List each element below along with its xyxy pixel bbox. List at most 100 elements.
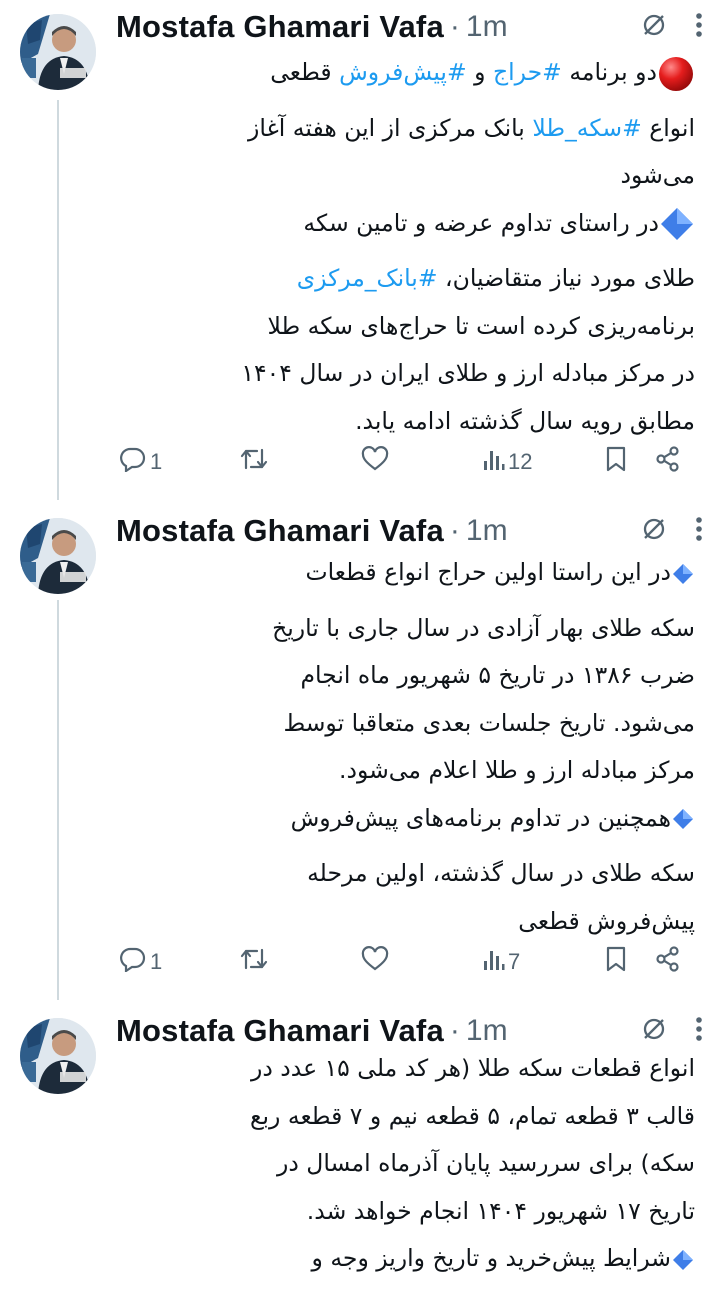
separator-dot: · xyxy=(449,10,460,43)
text-segment: قالب ۳ قطعه تمام، ۵ قطعه نیم و ۷ قطعه رب… xyxy=(249,1101,695,1130)
avatar[interactable] xyxy=(20,518,96,594)
hashtag-link[interactable]: #حراج xyxy=(493,58,562,86)
text-segment: در مرکز مبادله ارز و طلای ایران در سال ۱… xyxy=(241,359,695,387)
text-segment: سکه طلای در سال گذشته، اولین مرحله xyxy=(307,859,695,887)
text-line: می‌شود. تاریخ جلسات بعدی متعاقبا توسط xyxy=(116,700,695,748)
text-segment: ضرب ۱۳۸۶ در تاریخ ۵ شهریور ماه انجام xyxy=(300,661,695,689)
text-segment: طلای مورد نیاز متقاضیان، xyxy=(437,264,695,292)
share-button[interactable] xyxy=(652,446,681,478)
timestamp[interactable]: 1m xyxy=(466,1014,508,1048)
retweet-button[interactable] xyxy=(236,446,269,478)
avatar[interactable] xyxy=(20,14,96,90)
blue-diamond-emoji: 🔹 xyxy=(671,558,695,586)
text-segment: پیش‌فروش قطعی xyxy=(518,906,695,935)
text-line: در مرکز مبادله ارز و طلای ایران در سال ۱… xyxy=(116,350,695,398)
text-line: 🔴 دو برنامه #حراج و #پیش‌فروش قطعی xyxy=(116,49,695,105)
text-segment: سکه طلای بهار آزادی در سال جاری با تاریخ xyxy=(272,613,695,642)
bookmark-button[interactable] xyxy=(602,446,627,478)
hashtag-link[interactable]: #سکه_طلا xyxy=(532,114,641,142)
reply-icon xyxy=(119,446,147,478)
text-line: سکه) برای سررسید پایان آذرماه امسال در xyxy=(116,1140,695,1188)
bookmark-icon xyxy=(605,446,627,478)
reply-icon xyxy=(119,946,147,978)
tweet-text: انواع قطعات سکه طلا (هر کد ملی ۱۵ عدد در… xyxy=(116,1045,695,1291)
tweet-text: 🔴 دو برنامه #حراج و #پیش‌فروش قطعیانواع … xyxy=(116,49,695,445)
text-line: سکه طلای بهار آزادی در سال جاری با تاریخ xyxy=(116,605,695,653)
text-segment: انواع xyxy=(641,113,695,142)
bookmark-button[interactable] xyxy=(602,946,627,978)
share-button[interactable] xyxy=(652,946,681,978)
text-line: 🔷 در راستای تداوم عرضه و تامین سکه xyxy=(116,200,695,256)
tweet[interactable]: Mostafa Ghamari Vafa · 1m انواع قطعات سکه ط… xyxy=(0,1004,717,1280)
like-button[interactable] xyxy=(358,446,389,478)
text-segment: در این راستا اولین حراج انواع قطعات xyxy=(305,558,671,586)
share-icon xyxy=(655,446,681,478)
separator-dot: · xyxy=(449,514,460,547)
text-line: 🔹 شرایط پیش‌خرید و تاریخ واریز وجه و xyxy=(116,1235,695,1291)
views-icon xyxy=(483,947,505,977)
text-segment: انواع قطعات سکه طلا (هر کد ملی ۱۵ عدد در xyxy=(250,1054,695,1082)
like-icon xyxy=(361,446,389,478)
text-segment: مرکز مبادله ارز و طلا اعلام می‌شود. xyxy=(339,756,695,784)
tweet[interactable]: Mostafa Ghamari Vafa·1m🔹 در این راستا او… xyxy=(0,504,717,1004)
more-vertical-icon[interactable] xyxy=(695,11,703,43)
text-segment: می‌شود. تاریخ جلسات بعدی متعاقبا توسط xyxy=(283,708,695,737)
views-count: 12 xyxy=(508,449,533,474)
text-segment: بانک مرکزی از این هفته آغاز xyxy=(247,113,533,142)
text-line: 🔹 همچنین در تداوم برنامه‌های پیش‌فروش xyxy=(116,795,695,851)
views-button[interactable]: 12 xyxy=(480,447,532,477)
author-name[interactable]: Mostafa Ghamari Vafa xyxy=(116,9,444,45)
like-icon xyxy=(361,946,389,978)
text-line: تاریخ ۱۷ شهریور ۱۴۰۴ انجام خواهد شد. xyxy=(116,1188,695,1236)
text-segment: مطابق رویه سال گذشته ادامه یابد. xyxy=(355,406,695,435)
text-segment: برنامه‌ریزی کرده است تا حراج‌های سکه طلا xyxy=(267,311,695,340)
views-button[interactable]: 7 xyxy=(480,947,520,977)
retweet-button[interactable] xyxy=(236,946,269,978)
text-line: پیش‌فروش قطعی xyxy=(116,898,695,946)
text-line: انواع قطعات سکه طلا (هر کد ملی ۱۵ عدد در xyxy=(116,1045,695,1093)
avatar[interactable] xyxy=(20,1018,96,1094)
text-segment: در راستای تداوم عرضه و تامین سکه xyxy=(303,208,659,237)
text-line: می‌شود xyxy=(116,152,695,200)
tweet-actions: 17 xyxy=(116,942,693,982)
timestamp[interactable]: 1m xyxy=(466,514,508,548)
text-line: انواع #سکه_طلا بانک مرکزی از این هفته آغ… xyxy=(116,105,695,153)
red-circle-emoji: 🔴 xyxy=(657,56,695,91)
text-segment: دو برنامه xyxy=(561,58,657,86)
hashtag-link[interactable]: #پیش‌فروش xyxy=(339,58,467,86)
text-segment: تاریخ ۱۷ شهریور ۱۴۰۴ انجام خواهد شد. xyxy=(306,1196,695,1225)
reply-count: 1 xyxy=(150,949,163,974)
text-line: مطابق رویه سال گذشته ادامه یابد. xyxy=(116,398,695,446)
tweet-text: 🔹 در این راستا اولین حراج انواع قطعات سکه… xyxy=(116,549,695,945)
views-count: 7 xyxy=(508,949,521,974)
tweet-header: Mostafa Ghamari Vafa · 1m xyxy=(116,509,703,553)
text-segment: می‌شود xyxy=(620,161,695,189)
text-line: مرکز مبادله ارز و طلا اعلام می‌شود. xyxy=(116,747,695,795)
reply-button[interactable]: 1 xyxy=(116,446,162,478)
hashtag-link[interactable]: #بانک_مرکزی xyxy=(297,264,438,292)
separator-dot: · xyxy=(449,1014,460,1047)
text-line: 🔹 در این راستا اولین حراج انواع قطعات xyxy=(116,549,695,605)
timestamp[interactable]: 1m xyxy=(466,10,508,44)
text-line: ضرب ۱۳۸۶ در تاریخ ۵ شهریور ماه انجام xyxy=(116,652,695,700)
tweet[interactable]: Mostafa Ghamari Vafa·1m 🔴 دو برنامه #حراج… xyxy=(0,0,717,500)
bookmark-icon xyxy=(605,946,627,978)
grok-icon[interactable] xyxy=(641,516,667,546)
like-button[interactable] xyxy=(358,946,389,978)
author-name[interactable]: Mostafa Ghamari Vafa xyxy=(116,1013,444,1049)
grok-icon[interactable] xyxy=(641,1016,667,1046)
retweet-icon xyxy=(239,946,269,978)
more-vertical-icon[interactable] xyxy=(695,1015,703,1047)
text-segment: همچنین در تداوم برنامه‌های پیش‌فروش xyxy=(290,803,671,832)
text-segment: و xyxy=(466,58,493,86)
reply-button[interactable]: 1 xyxy=(116,946,162,978)
text-line: قالب ۳ قطعه تمام، ۵ قطعه نیم و ۷ قطعه رب… xyxy=(116,1093,695,1141)
blue-diamond-emoji: 🔹 xyxy=(671,804,695,832)
text-segment: سکه) برای سررسید پایان آذرماه امسال در xyxy=(277,1149,695,1177)
author-name[interactable]: Mostafa Ghamari Vafa xyxy=(116,513,444,549)
retweet-icon xyxy=(239,446,269,478)
text-segment: شرایط پیش‌خرید و تاریخ واریز وجه و xyxy=(311,1244,671,1272)
more-vertical-icon[interactable] xyxy=(695,515,703,547)
grok-icon[interactable] xyxy=(641,12,667,42)
text-segment: قطعی xyxy=(270,58,340,86)
